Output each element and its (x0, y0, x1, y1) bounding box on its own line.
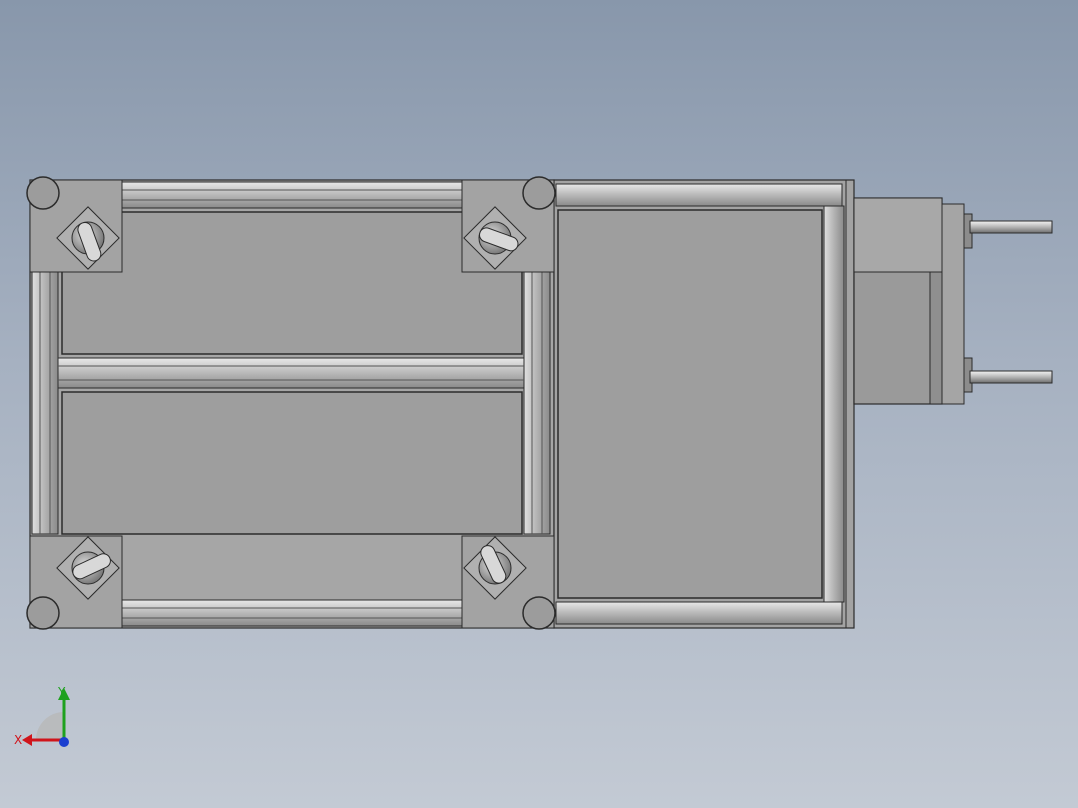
shaft-icon (969, 220, 1053, 384)
x-axis-label: X (14, 733, 22, 747)
triad-plane (36, 712, 64, 740)
cart-assembly-model[interactable] (0, 0, 1078, 808)
graphics-viewport[interactable]: Y X (0, 0, 1078, 808)
z-axis-dot (59, 737, 69, 747)
right-frame (553, 179, 855, 629)
motor-icon (853, 197, 973, 405)
orientation-triad[interactable]: Y X (14, 684, 78, 752)
y-axis-label: Y (57, 685, 66, 699)
x-axis-head (22, 734, 32, 746)
